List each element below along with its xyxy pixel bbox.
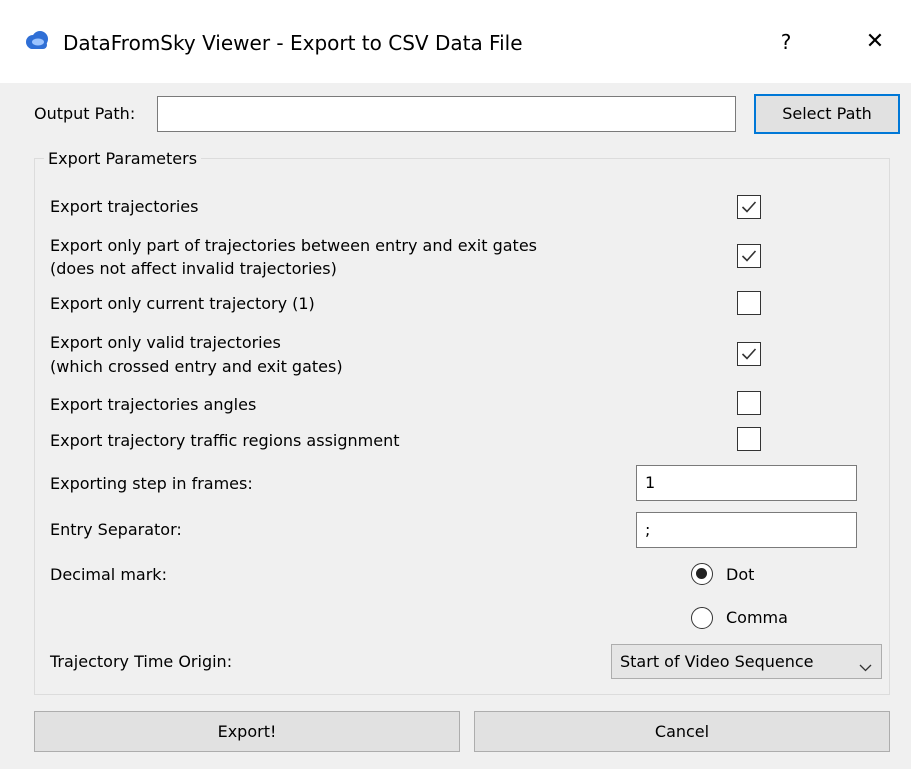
entry-separator-label: Entry Separator: xyxy=(50,520,182,539)
export-trajectories-angles-checkbox[interactable] xyxy=(737,391,761,415)
export-traffic-regions-checkbox[interactable] xyxy=(737,427,761,451)
decimal-dot-label[interactable]: Dot xyxy=(726,564,754,586)
time-origin-value: Start of Video Sequence xyxy=(620,652,814,671)
title-bar: DataFromSky Viewer - Export to CSV Data … xyxy=(0,0,911,83)
checkbox-label-export-trajectories: Export trajectories xyxy=(50,197,199,216)
checkbox-sublabel-part-between-gates: (does not affect invalid trajectories) xyxy=(50,259,337,278)
cancel-button[interactable]: Cancel xyxy=(474,711,890,752)
close-button[interactable]: ✕ xyxy=(852,24,898,60)
chevron-down-icon xyxy=(859,657,872,676)
decimal-comma-radio[interactable] xyxy=(691,607,713,629)
cloud-app-icon xyxy=(24,30,50,54)
export-csv-dialog: DataFromSky Viewer - Export to CSV Data … xyxy=(0,0,911,769)
checkbox-sublabel-valid-trajectories: (which crossed entry and exit gates) xyxy=(50,357,343,376)
time-origin-label: Trajectory Time Origin: xyxy=(50,652,233,671)
export-trajectories-checkbox[interactable] xyxy=(737,195,761,219)
export-current-trajectory-checkbox[interactable] xyxy=(737,291,761,315)
window-title: DataFromSky Viewer - Export to CSV Data … xyxy=(63,31,523,55)
time-origin-combobox[interactable]: Start of Video Sequence xyxy=(611,644,882,679)
decimal-mark-label: Decimal mark: xyxy=(50,565,167,584)
checkmark-icon xyxy=(741,348,757,360)
export-part-between-gates-checkbox[interactable] xyxy=(737,244,761,268)
export-valid-trajectories-checkbox[interactable] xyxy=(737,342,761,366)
checkbox-label-part-between-gates: Export only part of trajectories between… xyxy=(50,236,537,255)
checkbox-label-traffic-regions: Export trajectory traffic regions assign… xyxy=(50,431,400,450)
checkbox-label-trajectories-angles: Export trajectories angles xyxy=(50,395,257,414)
radio-selected-dot xyxy=(696,568,707,579)
decimal-comma-label[interactable]: Comma xyxy=(726,607,788,629)
output-path-label: Output Path: xyxy=(34,104,136,123)
checkmark-icon xyxy=(741,201,757,213)
help-button[interactable]: ? xyxy=(762,24,810,60)
entry-separator-input[interactable]: ; xyxy=(636,512,857,548)
select-path-button[interactable]: Select Path xyxy=(754,94,900,134)
output-path-input[interactable] xyxy=(157,96,736,132)
checkmark-icon xyxy=(741,250,757,262)
checkbox-label-current-trajectory: Export only current trajectory (1) xyxy=(50,294,315,313)
decimal-dot-radio[interactable] xyxy=(691,563,713,585)
export-parameters-title: Export Parameters xyxy=(44,148,202,170)
export-button[interactable]: Export! xyxy=(34,711,460,752)
exporting-step-label: Exporting step in frames: xyxy=(50,474,253,493)
checkbox-label-valid-trajectories: Export only valid trajectories xyxy=(50,333,281,352)
exporting-step-input[interactable]: 1 xyxy=(636,465,857,501)
